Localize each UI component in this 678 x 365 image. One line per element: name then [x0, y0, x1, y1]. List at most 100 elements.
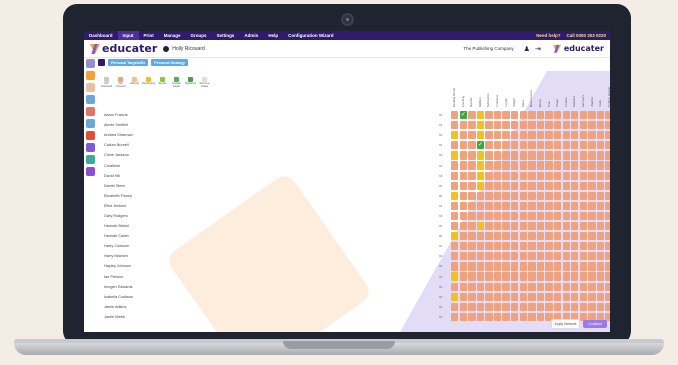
grade-cell-not-covered[interactable]	[502, 161, 510, 170]
grade-cell-not-covered[interactable]	[459, 191, 467, 200]
grade-cell-not-covered[interactable]	[493, 151, 502, 160]
grade-cell-not-covered[interactable]	[493, 221, 502, 231]
grade-cell-not-covered[interactable]	[553, 201, 562, 210]
grade-cell-not-covered[interactable]	[519, 110, 528, 120]
grade-cell-not-covered[interactable]	[605, 141, 610, 150]
grade-cell-not-covered[interactable]	[579, 161, 588, 170]
grade-cell-not-covered[interactable]	[588, 232, 596, 241]
student-name[interactable]: Elliot Jenkins	[104, 201, 133, 211]
grade-cell-not-covered[interactable]	[528, 282, 536, 291]
grade-cell-not-covered[interactable]	[588, 181, 596, 190]
grade-cell-not-covered[interactable]	[553, 302, 562, 311]
grade-cell-not-covered[interactable]	[605, 292, 610, 301]
nav-item-settings[interactable]: Settings	[212, 33, 240, 38]
grade-cell-not-covered[interactable]	[511, 201, 519, 210]
legend-item[interactable]: Mastered	[185, 77, 196, 88]
grade-cell-not-covered[interactable]	[528, 252, 536, 261]
grade-cell-not-covered[interactable]	[519, 211, 528, 221]
grade-cell-not-covered[interactable]	[536, 201, 545, 210]
grade-cell-not-covered[interactable]	[485, 312, 493, 322]
grade-cell-not-covered[interactable]	[588, 221, 596, 231]
grade-cell-not-covered[interactable]	[519, 201, 528, 210]
grade-cell-not-covered[interactable]	[562, 161, 570, 170]
grade-cell-not-covered[interactable]	[502, 302, 510, 311]
apply-defaults-button[interactable]: Apply Defaults	[550, 319, 581, 329]
grade-cell-not-covered[interactable]	[519, 282, 528, 291]
grade-cell-not-covered[interactable]	[528, 201, 536, 210]
grade-cell-not-covered[interactable]	[493, 312, 502, 322]
grade-cell-not-covered[interactable]	[468, 131, 476, 140]
legend-item[interactable]: Secure	[157, 77, 168, 88]
nav-item-configuration-wizard[interactable]: Configuration Wizard	[283, 33, 338, 38]
objective-header[interactable]: Reading Words	[450, 79, 457, 107]
grade-cell-not-covered[interactable]	[605, 302, 610, 311]
grade-cell-not-covered[interactable]	[528, 292, 536, 301]
grade-cell-not-covered[interactable]	[451, 181, 459, 190]
grade-cell-not-covered[interactable]	[596, 232, 605, 241]
grade-cell-developing[interactable]	[476, 221, 485, 231]
grade-cell-not-covered[interactable]	[536, 282, 545, 291]
grade-cell-not-covered[interactable]	[528, 312, 536, 322]
grade-cell-not-covered[interactable]	[468, 292, 476, 301]
objective-header[interactable]: Addition	[476, 79, 483, 107]
grade-cell-not-covered[interactable]	[468, 201, 476, 210]
grade-cell-not-covered[interactable]	[579, 232, 588, 241]
grade-cell-not-covered[interactable]	[459, 201, 467, 210]
grade-cell-not-covered[interactable]	[536, 191, 545, 200]
grade-cell-not-covered[interactable]	[493, 282, 502, 291]
nav-item-manage[interactable]: Manage	[159, 33, 186, 38]
grade-cell-not-covered[interactable]	[519, 171, 528, 180]
student-name[interactable]: Hannah Carter	[104, 231, 133, 241]
grade-cell-developing[interactable]	[451, 292, 459, 301]
need-help-link[interactable]: Need help?	[536, 33, 560, 38]
grade-cell-not-covered[interactable]	[571, 110, 579, 120]
grade-cell-not-covered[interactable]	[528, 191, 536, 200]
grade-cell-not-covered[interactable]	[579, 252, 588, 261]
grade-cell-not-covered[interactable]	[502, 141, 510, 150]
legend-item[interactable]: Greater Depth	[171, 77, 182, 88]
grade-cell-not-covered[interactable]	[485, 110, 493, 120]
grade-cell-not-covered[interactable]	[536, 292, 545, 301]
grade-cell-not-covered[interactable]	[502, 110, 510, 120]
objective-header[interactable]: Length	[502, 79, 509, 107]
grade-cell-not-covered[interactable]	[511, 151, 519, 160]
grade-cell-not-covered[interactable]	[596, 292, 605, 301]
grade-cell-not-covered[interactable]	[571, 232, 579, 241]
grade-cell-not-covered[interactable]	[502, 191, 510, 200]
grade-cell-not-covered[interactable]	[596, 110, 605, 120]
grade-cell-not-covered[interactable]	[571, 151, 579, 160]
grade-cell-not-covered[interactable]	[485, 151, 493, 160]
grade-cell-not-covered[interactable]	[459, 121, 467, 130]
grade-cell-not-covered[interactable]	[511, 252, 519, 261]
student-name[interactable]: Jamie Adkins	[104, 302, 133, 312]
grade-cell-not-covered[interactable]	[519, 262, 528, 271]
grade-cell-not-covered[interactable]	[536, 110, 545, 120]
grade-cell-not-covered[interactable]	[545, 191, 553, 200]
grade-cell-not-covered[interactable]	[459, 292, 467, 301]
grade-cell-not-covered[interactable]	[511, 232, 519, 241]
grade-cell-not-covered[interactable]	[519, 242, 528, 251]
grade-cell-not-covered[interactable]	[545, 252, 553, 261]
grade-cell-not-covered[interactable]	[562, 262, 570, 271]
grade-cell-not-covered[interactable]	[511, 121, 519, 130]
grade-cell-not-covered[interactable]	[468, 302, 476, 311]
grade-cell-not-covered[interactable]	[588, 110, 596, 120]
grade-cell-not-covered[interactable]	[468, 242, 476, 251]
grade-cell-not-covered[interactable]	[553, 121, 562, 130]
grade-cell-not-covered[interactable]	[476, 292, 485, 301]
student-name[interactable]: Imogen Edwards	[104, 282, 133, 292]
student-name[interactable]: Ian Preston	[104, 272, 133, 282]
grade-cell-not-covered[interactable]	[485, 262, 493, 271]
grade-cell-not-covered[interactable]	[596, 252, 605, 261]
nav-item-admin[interactable]: Admin	[239, 33, 263, 38]
grade-cell-not-covered[interactable]	[485, 252, 493, 261]
student-name[interactable]: Coralblue	[104, 160, 133, 170]
grade-cell-not-covered[interactable]	[605, 151, 610, 160]
objective-header[interactable]: Position	[562, 79, 569, 107]
grade-cell-not-covered[interactable]	[459, 252, 467, 261]
objective-header[interactable]: Measurement	[527, 79, 534, 107]
grade-cell-not-covered[interactable]	[588, 211, 596, 221]
grade-cell-not-covered[interactable]	[536, 242, 545, 251]
grade-cell-not-covered[interactable]	[545, 110, 553, 120]
legend-item[interactable]: Attempt	[129, 77, 140, 88]
